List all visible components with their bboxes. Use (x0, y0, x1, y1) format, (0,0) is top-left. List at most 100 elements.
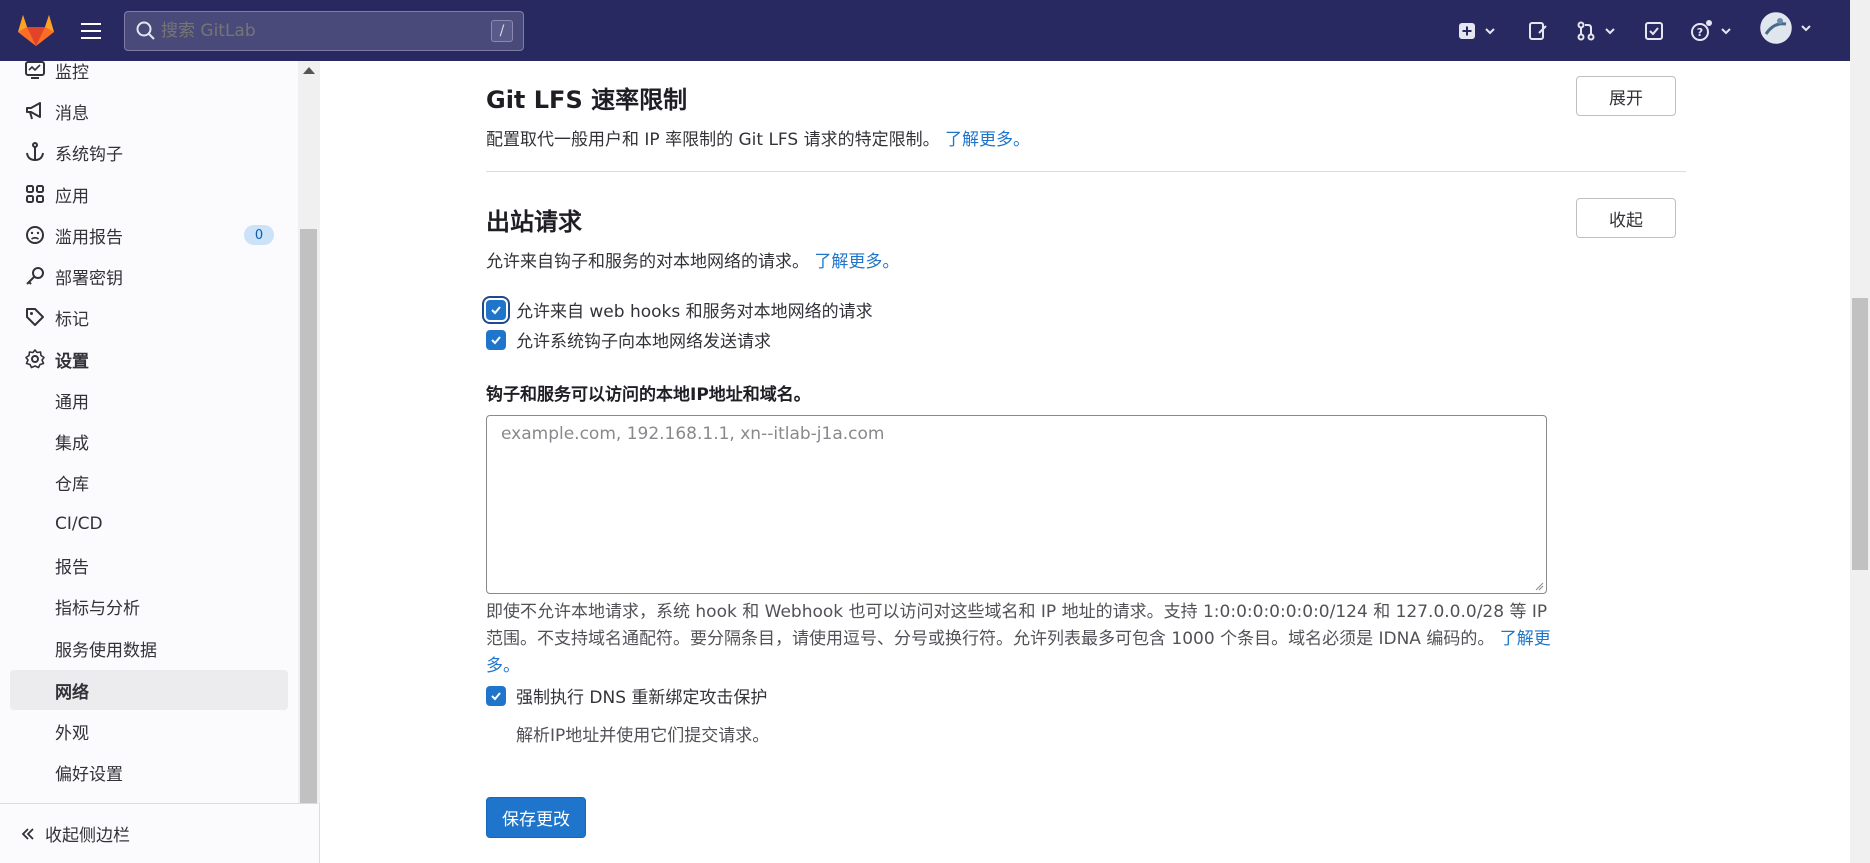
merge-requests-button[interactable] (1576, 18, 1616, 44)
gitlab-logo[interactable] (14, 12, 58, 48)
sidebar-subitem-integrations[interactable]: 集成 (10, 421, 288, 461)
sidebar-item-deploy-keys[interactable]: 部署密钥 (10, 256, 288, 296)
sidebar-item-label: 报告 (55, 557, 89, 578)
collapse-button[interactable]: 收起 (1576, 198, 1676, 238)
count-badge: 0 (244, 225, 274, 245)
issues-icon (1529, 22, 1547, 40)
allowlist-field-label: 钩子和服务可以访问的本地IP地址和域名。 (486, 385, 811, 405)
outbound-section-description: 允许来自钩子和服务的对本地网络的请求。 了解更多。 (486, 247, 899, 272)
sidebar-item-monitor[interactable]: 监控 (10, 50, 288, 90)
outbound-section-title: 出站请求 (486, 208, 582, 236)
label-icon (26, 308, 44, 326)
search-icon (136, 21, 155, 40)
save-changes-button[interactable]: 保存更改 (486, 797, 586, 838)
search-shortcut-hint: / (491, 20, 513, 42)
issues-button[interactable] (1528, 18, 1548, 44)
chevron-down-icon (1801, 25, 1811, 32)
outbound-learn-more-link[interactable]: 了解更多。 (814, 252, 899, 272)
allow-webhooks-local-checkbox-row[interactable]: 允许来自 web hooks 和服务对本地网络的请求 (486, 297, 873, 322)
svg-text:?: ? (1697, 26, 1703, 39)
outbound-description-text: 允许来自钩子和服务的对本地网络的请求。 (486, 252, 809, 272)
help-icon: ? (1691, 20, 1712, 41)
sidebar-subitem-general[interactable]: 通用 (10, 380, 288, 420)
allow-system-hooks-local-checkbox[interactable] (486, 329, 506, 350)
sidebar-subitem-metrics[interactable]: 指标与分析 (10, 586, 288, 626)
chevron-double-left-icon (21, 828, 34, 840)
checkmark-icon (491, 335, 501, 344)
search-box[interactable]: / (124, 11, 524, 51)
checkmark-icon (491, 691, 501, 700)
sidebar-subitem-repository[interactable]: 仓库 (10, 462, 288, 502)
bullhorn-icon (26, 102, 41, 120)
dns-rebinding-checkbox[interactable] (486, 685, 506, 706)
page-scrollbar-thumb[interactable] (1852, 298, 1868, 570)
sidebar-subitem-reporting[interactable]: 报告 (10, 545, 288, 585)
sidebar-scrollbar-thumb[interactable] (300, 229, 317, 804)
sidebar-item-abuse-reports[interactable]: 滥用报告 0 (10, 215, 288, 255)
help-line-2-text: 范围。不支持域名通配符。要分隔条目，请使用逗号、分号或换行符。允许列表最多可包含… (486, 629, 1495, 649)
hamburger-icon[interactable] (76, 16, 106, 46)
slight-frown-icon (26, 226, 44, 244)
todo-icon (1645, 22, 1663, 40)
new-menu-button[interactable] (1458, 18, 1496, 44)
sidebar-item-settings[interactable]: 设置 (10, 339, 288, 379)
allowlist-textarea[interactable]: example.com, 192.168.1.1, xn--itlab-j1a.… (486, 415, 1547, 594)
lfs-section-description: 配置取代一般用户和 IP 率限制的 Git LFS 请求的特定限制。 了解更多。 (486, 125, 1030, 150)
sidebar-scrollbar[interactable] (298, 61, 320, 804)
checkmark-icon (491, 305, 501, 314)
lfs-learn-more-link[interactable]: 了解更多。 (945, 130, 1030, 150)
sidebar-subitem-appearance[interactable]: 外观 (10, 711, 288, 751)
chevron-down-icon (1721, 28, 1731, 35)
sidebar-item-label: 标记 (55, 309, 89, 330)
allow-webhooks-local-checkbox[interactable] (486, 299, 506, 320)
sidebar-item-label: 外观 (55, 723, 89, 744)
checkbox-label: 允许系统钩子向本地网络发送请求 (516, 332, 771, 352)
help-line-1: 即使不允许本地请求，系统 hook 和 Webhook 也可以访问对这些域名和 … (486, 602, 1548, 622)
sidebar-item-label: 消息 (55, 103, 89, 124)
sidebar-item-messages[interactable]: 消息 (10, 91, 288, 131)
sidebar-item-label: 服务使用数据 (55, 640, 157, 661)
sidebar-item-applications[interactable]: 应用 (10, 174, 288, 214)
main-content: Git LFS 速率限制 配置取代一般用户和 IP 率限制的 Git LFS 请… (321, 61, 1850, 863)
sidebar-subitem-preferences[interactable]: 偏好设置 (10, 752, 288, 792)
sidebar-item-label: 指标与分析 (55, 598, 140, 619)
sidebar-subitem-network[interactable]: 网络 (10, 670, 288, 710)
collapse-sidebar-label: 收起侧边栏 (45, 826, 130, 846)
user-menu-button[interactable] (1760, 12, 1812, 44)
search-input[interactable] (161, 21, 491, 41)
resize-handle-icon[interactable] (1534, 581, 1544, 591)
sidebar-item-label: 滥用报告 (55, 227, 123, 248)
sidebar-item-system-hooks[interactable]: 系统钩子 (10, 132, 288, 172)
sidebar-item-label: CI/CD (55, 514, 103, 534)
sidebar-item-label: 设置 (55, 351, 89, 372)
sidebar-item-labels[interactable]: 标记 (10, 297, 288, 337)
sidebar-item-label: 仓库 (55, 474, 89, 495)
sidebar-subitem-ci-cd[interactable]: CI/CD (10, 504, 288, 544)
dns-rebinding-help: 解析IP地址并使用它们提交请求。 (516, 726, 770, 746)
lfs-description-text: 配置取代一般用户和 IP 率限制的 Git LFS 请求的特定限制。 (486, 130, 940, 150)
scroll-up-arrow-icon[interactable] (303, 67, 315, 74)
help-line-2: 范围。不支持域名通配符。要分隔条目，请使用逗号、分号或换行符。允许列表最多可包含… (486, 626, 1566, 680)
collapse-sidebar-button[interactable]: 收起侧边栏 (0, 803, 318, 863)
sidebar-item-label: 网络 (55, 682, 89, 703)
allowlist-help-text: 即使不允许本地请求，系统 hook 和 Webhook 也可以访问对这些域名和 … (486, 599, 1566, 680)
lfs-section-title: Git LFS 速率限制 (486, 86, 688, 114)
todos-button[interactable] (1644, 18, 1664, 44)
dns-rebinding-checkbox-row[interactable]: 强制执行 DNS 重新绑定攻击保护 (486, 683, 767, 708)
sidebar-item-label: 偏好设置 (55, 764, 123, 785)
avatar (1760, 12, 1792, 44)
sidebar-item-label: 监控 (55, 62, 89, 83)
anchor-icon (26, 142, 44, 162)
page-scrollbar[interactable] (1850, 0, 1870, 863)
expand-button[interactable]: 展开 (1576, 76, 1676, 116)
textarea-placeholder: example.com, 192.168.1.1, xn--itlab-j1a.… (501, 424, 885, 444)
merge-request-icon (1577, 21, 1595, 41)
sidebar-subitem-usage-data[interactable]: 服务使用数据 (10, 628, 288, 668)
sidebar-item-label: 应用 (55, 186, 89, 207)
applications-icon (26, 185, 44, 203)
chevron-down-icon (1605, 28, 1615, 35)
help-menu-button[interactable]: ? (1690, 18, 1732, 44)
checkbox-label: 强制执行 DNS 重新绑定攻击保护 (516, 688, 768, 708)
allow-system-hooks-local-checkbox-row[interactable]: 允许系统钩子向本地网络发送请求 (486, 327, 771, 352)
section-divider (486, 171, 1686, 172)
